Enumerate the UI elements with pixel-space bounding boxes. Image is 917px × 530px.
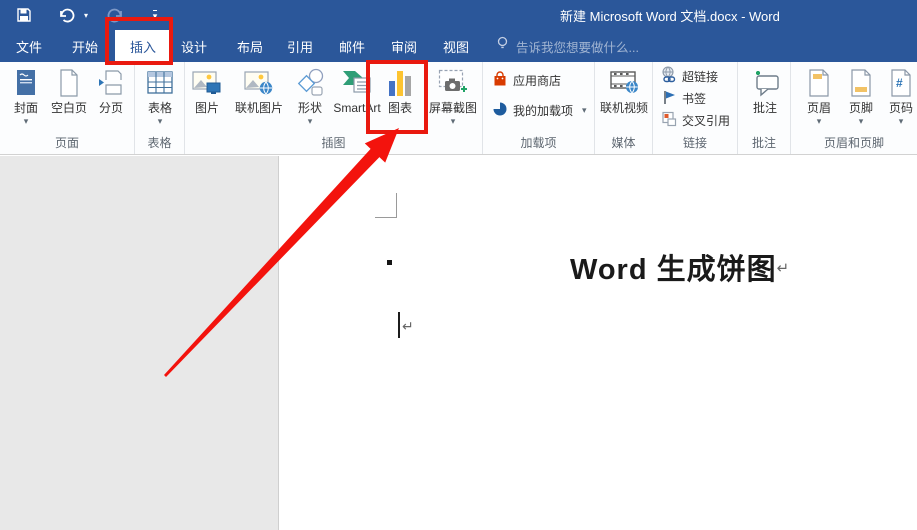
- blank-page-icon: [57, 65, 81, 101]
- tab-file[interactable]: 文件: [8, 30, 50, 62]
- page-number-icon: #: [889, 65, 913, 101]
- shapes-button[interactable]: 形状 ▾: [292, 65, 328, 126]
- text-cursor: [398, 312, 400, 338]
- picture-icon: [192, 65, 222, 101]
- group-comments: 批注 批注: [738, 62, 791, 154]
- hyperlink-icon: [661, 66, 677, 86]
- table-icon: [146, 65, 174, 101]
- table-button[interactable]: 表格 ▾: [138, 65, 182, 126]
- group-label-add-ins: 加载项: [520, 136, 557, 150]
- svg-text:#: #: [896, 76, 903, 90]
- footer-icon: [849, 65, 873, 101]
- group-label-pages: 页面: [54, 136, 79, 150]
- group-label-comments: 批注: [751, 136, 776, 150]
- undo-icon[interactable]: [56, 5, 78, 25]
- dropdown-caret: ▾: [582, 105, 587, 115]
- dropdown-caret: ▾: [858, 116, 864, 126]
- store-icon: [492, 71, 508, 90]
- online-video-icon: [608, 65, 640, 101]
- my-add-ins-icon: [492, 101, 508, 120]
- tab-references[interactable]: 引用: [277, 30, 323, 62]
- tab-design[interactable]: 设计: [171, 30, 217, 62]
- chart-icon: [386, 65, 414, 101]
- group-pages: 封面 ▾ 空白页 分页 页面: [0, 62, 135, 154]
- footer-button[interactable]: 页脚 ▾: [843, 65, 879, 126]
- dropdown-caret: ▾: [816, 116, 822, 126]
- document-heading[interactable]: Word 生成饼图↵: [570, 246, 789, 288]
- dropdown-caret: ▾: [307, 116, 313, 126]
- list-bullet: [387, 260, 392, 265]
- search-placeholder: 告诉我您想要做什么...: [516, 40, 639, 55]
- customize-qat-icon[interactable]: ▾: [148, 5, 162, 25]
- online-pictures-icon: [244, 65, 274, 101]
- shapes-icon: [295, 65, 325, 101]
- group-tables: 表格 ▾ 表格: [135, 62, 185, 154]
- margin-crop-mark: [375, 193, 397, 218]
- group-add-ins: 应用商店 我的加载项 ▾ 加载项: [483, 62, 595, 154]
- bookmark-icon: [661, 89, 677, 108]
- page-break-button[interactable]: 分页: [92, 65, 130, 115]
- group-label-illustrations: 插图: [321, 136, 346, 150]
- tab-mailings[interactable]: 邮件: [329, 30, 375, 62]
- document-page[interactable]: [278, 156, 917, 530]
- cross-reference-icon: [661, 111, 677, 130]
- comment-icon: [750, 65, 780, 101]
- dropdown-caret: ▾: [450, 116, 456, 126]
- group-illustrations: 图片 联机图片 形状 ▾ SmartArt 图表 屏幕截图 ▾ 插图: [185, 62, 483, 154]
- dropdown-caret: ▾: [157, 116, 163, 126]
- online-pictures-button[interactable]: 联机图片: [228, 65, 290, 115]
- group-links: 超链接 书签 交叉引用 链接: [653, 62, 738, 154]
- ribbon: 封面 ▾ 空白页 分页 页面 表格 ▾ 表格 图片 联机图片 形状 ▾ Smar…: [0, 62, 917, 155]
- dropdown-caret: ▾: [23, 116, 29, 126]
- tab-view[interactable]: 视图: [433, 30, 479, 62]
- store-button[interactable]: 应用商店: [492, 71, 561, 90]
- group-header-footer: 页眉 ▾ 页脚 ▾ # 页码 ▾ 页眉和页脚: [791, 62, 917, 154]
- undo-dropdown-icon[interactable]: ▾: [80, 5, 92, 25]
- picture-button[interactable]: 图片: [188, 65, 226, 115]
- title-bar: ▾ ▾ 新建 Microsoft Word 文档.docx - Word 文件 …: [0, 0, 917, 62]
- online-video-button[interactable]: 联机视频: [597, 65, 651, 115]
- document-canvas: Word 生成饼图↵ ↵: [0, 156, 917, 530]
- screenshot-button[interactable]: 屏幕截图 ▾: [424, 65, 482, 126]
- cross-reference-button[interactable]: 交叉引用: [661, 111, 730, 130]
- redo-icon-disabled: [104, 5, 126, 25]
- smartart-icon: [341, 65, 373, 101]
- word-window: ▾ ▾ 新建 Microsoft Word 文档.docx - Word 文件 …: [0, 0, 917, 530]
- paragraph-mark: ↵: [402, 318, 414, 334]
- cover-page-icon: [13, 65, 39, 101]
- bookmark-button[interactable]: 书签: [661, 89, 706, 108]
- blank-page-button[interactable]: 空白页: [48, 65, 90, 115]
- tell-me-search[interactable]: 告诉我您想要做什么...: [496, 30, 639, 62]
- ribbon-tabs: 文件 开始 插入 设计 布局 引用 邮件 审阅 视图 告诉我您想要做什么...: [0, 30, 917, 62]
- smartart-button[interactable]: SmartArt: [330, 65, 384, 115]
- group-label-tables: 表格: [147, 136, 172, 150]
- hyperlink-button[interactable]: 超链接: [661, 66, 718, 86]
- screenshot-icon: [438, 65, 468, 101]
- chart-button[interactable]: 图表: [378, 65, 422, 115]
- window-title: 新建 Microsoft Word 文档.docx - Word: [560, 9, 780, 24]
- tab-home[interactable]: 开始: [60, 30, 110, 62]
- page-number-button[interactable]: # 页码 ▾: [885, 65, 917, 126]
- page-break-icon: [98, 65, 124, 101]
- tab-layout[interactable]: 布局: [227, 30, 273, 62]
- lightbulb-icon: [496, 36, 509, 56]
- cover-page-button[interactable]: 封面 ▾: [6, 65, 46, 126]
- group-media: 联机视频 媒体: [595, 62, 653, 154]
- paragraph-mark: ↵: [776, 260, 790, 277]
- header-button[interactable]: 页眉 ▾: [801, 65, 837, 126]
- my-add-ins-button[interactable]: 我的加载项 ▾: [492, 101, 587, 120]
- group-label-header-footer: 页眉和页脚: [823, 136, 884, 150]
- comment-button[interactable]: 批注: [744, 65, 786, 115]
- group-label-links: 链接: [682, 136, 707, 150]
- header-icon: [807, 65, 831, 101]
- dropdown-caret: ▾: [898, 116, 904, 126]
- group-label-media: 媒体: [611, 136, 636, 150]
- tab-review[interactable]: 审阅: [381, 30, 427, 62]
- save-icon[interactable]: [13, 5, 35, 25]
- tab-insert[interactable]: 插入: [115, 30, 171, 62]
